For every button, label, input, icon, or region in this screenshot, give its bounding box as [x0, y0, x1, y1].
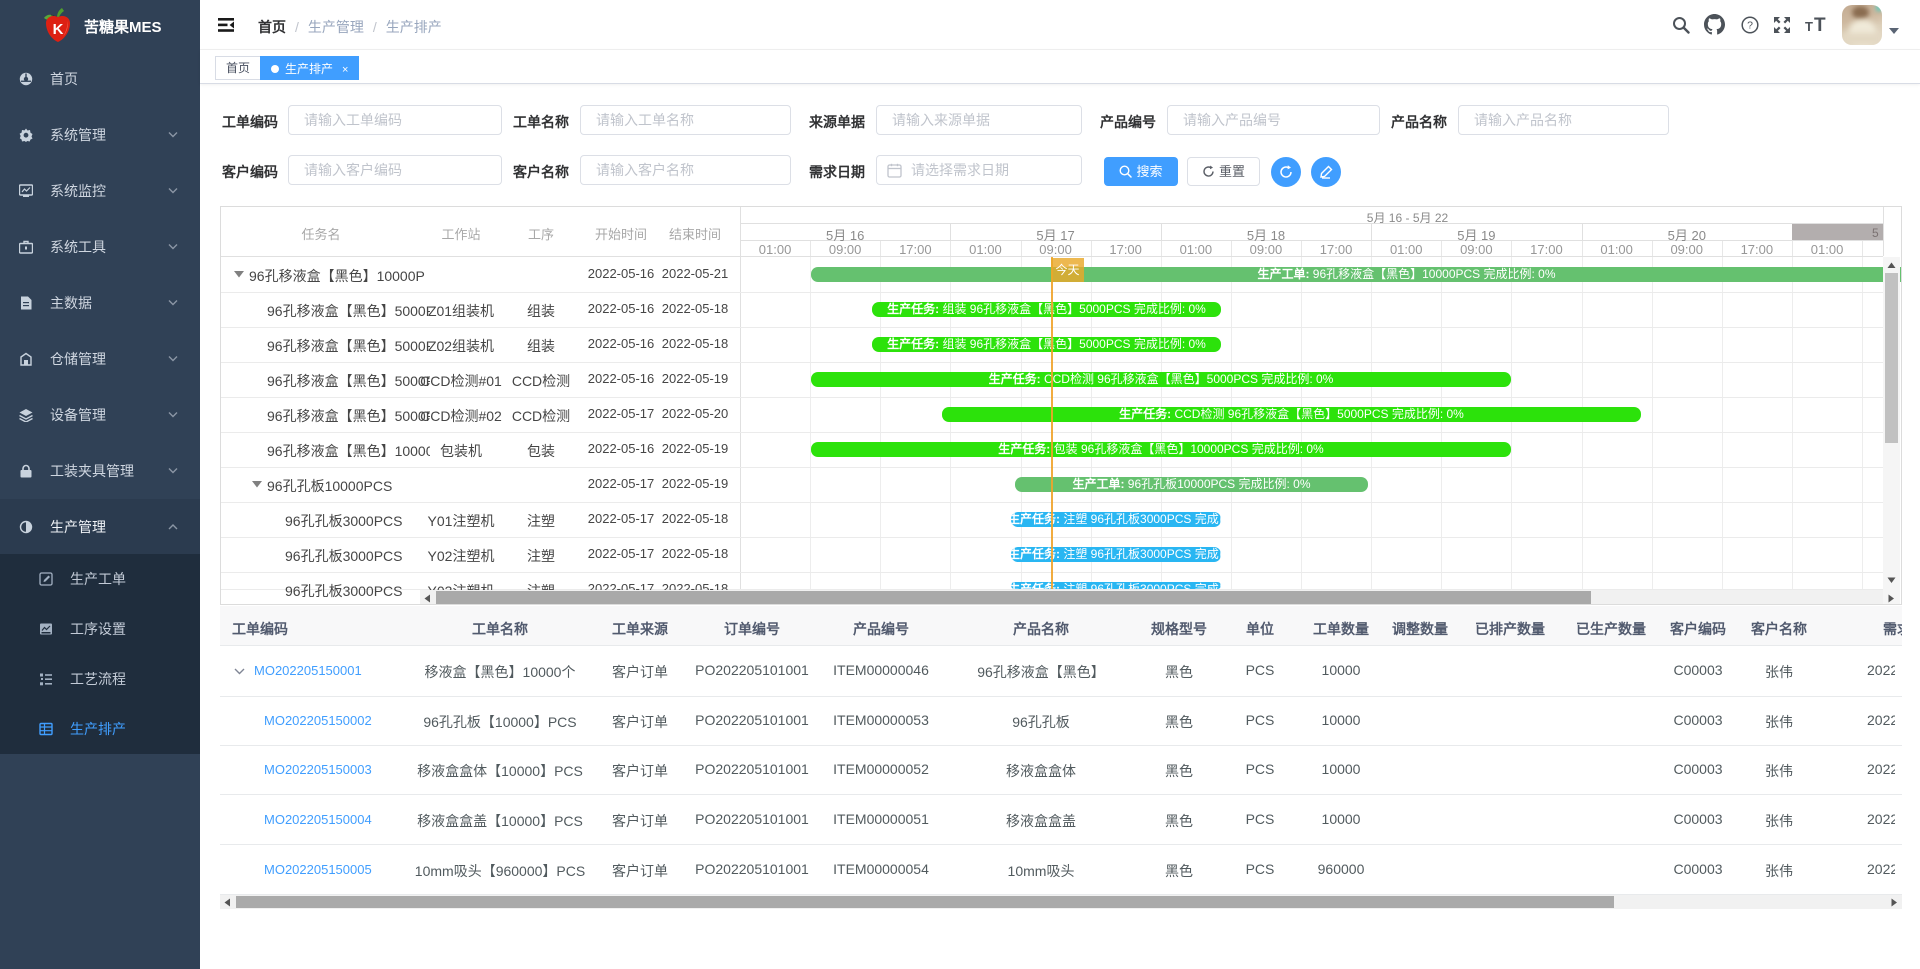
- svg-text:?: ?: [1747, 20, 1753, 32]
- svg-text:K: K: [53, 21, 64, 38]
- svg-text:T: T: [1805, 19, 1813, 34]
- svg-text:T: T: [1814, 15, 1826, 35]
